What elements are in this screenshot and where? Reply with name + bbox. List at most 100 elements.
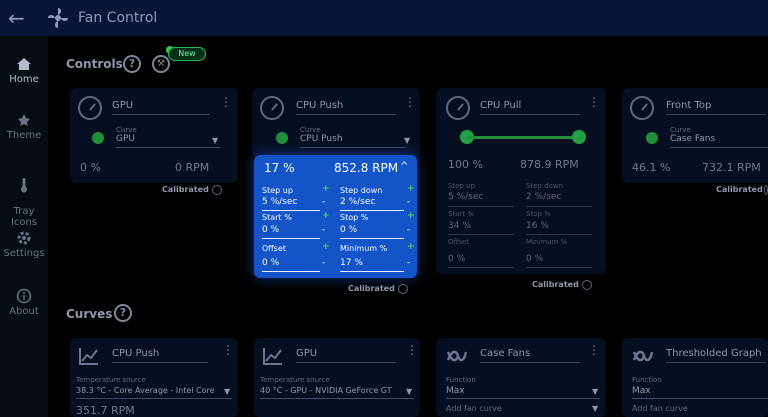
function-select[interactable]: Max <box>632 386 651 396</box>
popup-percent: 17 % <box>264 161 295 175</box>
more-menu-icon[interactable]: ⋮ <box>588 96 600 108</box>
chevron-down-icon[interactable]: ▼ <box>592 404 598 413</box>
nav-about[interactable]: About <box>0 288 48 317</box>
fan-rpm: 878.9 RPM <box>520 158 579 171</box>
curve-card-thresholded: Thresholded Graph Function Max Add fan c… <box>622 338 768 417</box>
card-name: Case Fans <box>480 348 531 359</box>
gear-icon <box>17 231 31 245</box>
enable-toggle[interactable] <box>646 132 658 144</box>
add-fan-curve[interactable]: Add fan curve <box>446 404 502 413</box>
nav-label: Home <box>9 74 39 85</box>
minus-icon[interactable]: - <box>407 225 410 235</box>
more-menu-icon[interactable]: ⋮ <box>220 96 232 108</box>
control-card-front-top: Front Top Curve Case Fans 46.1 % 732.1 R… <box>622 88 768 183</box>
thermometer-icon <box>21 178 27 193</box>
gauge-icon <box>260 96 284 120</box>
calibrated-label: Calibrated <box>532 280 579 289</box>
plus-icon[interactable]: + <box>407 242 415 252</box>
curve-card-gpu: GPU ⋮ Temperature source 40 °C - GPU - N… <box>254 338 420 417</box>
controls-title: Controls <box>66 57 123 71</box>
plus-icon[interactable]: + <box>322 242 330 252</box>
wrench-icon[interactable]: ⚒ <box>152 55 170 73</box>
nav-home[interactable]: Home <box>0 56 48 85</box>
fan-percent: 0 % <box>80 161 101 174</box>
calibrated-label: Calibrated <box>162 185 209 194</box>
more-menu-icon[interactable]: ⋮ <box>404 96 416 108</box>
enable-toggle[interactable] <box>92 132 104 144</box>
minimum-value[interactable]: 17 % <box>340 258 363 268</box>
sensor-label: Curve <box>116 126 137 134</box>
card-name: GPU <box>296 348 318 359</box>
plus-icon[interactable]: + <box>407 184 415 194</box>
calibrate-icon[interactable] <box>582 280 592 290</box>
sensor-select[interactable]: CPU Push <box>300 134 343 144</box>
sensor-select[interactable]: 40 °C - GPU - NVIDIA GeForce GT <box>260 386 392 395</box>
stop-value[interactable]: 16 % <box>526 221 549 231</box>
mix-icon <box>446 350 468 362</box>
step-down-value[interactable]: 2 %/sec <box>526 192 561 202</box>
more-menu-icon[interactable]: ⋮ <box>406 344 418 356</box>
sensor-select[interactable]: 38.3 °C - Core Average - Intel Core <box>76 386 215 395</box>
add-fan-curve[interactable]: Add fan curve <box>632 404 688 413</box>
more-menu-icon[interactable]: ⋮ <box>222 344 234 356</box>
fan-slider-knob[interactable] <box>572 130 586 144</box>
card-name: CPU Pull <box>480 100 522 111</box>
stop-label: Stop % <box>340 213 369 222</box>
calibrate-icon[interactable] <box>212 185 222 195</box>
sensor-select[interactable]: GPU <box>116 134 135 144</box>
back-arrow-icon[interactable]: ← <box>8 6 34 30</box>
card-name: CPU Push <box>296 100 344 111</box>
gauge-icon <box>446 96 470 120</box>
start-value[interactable]: 34 % <box>448 221 471 231</box>
chevron-down-icon[interactable]: ▼ <box>592 387 598 396</box>
nav-settings[interactable]: Settings <box>0 230 48 259</box>
enable-toggle[interactable] <box>276 132 288 144</box>
nav-label: Settings <box>3 248 45 259</box>
chevron-up-icon[interactable]: ^ <box>400 161 408 172</box>
help-icon[interactable]: ? <box>123 55 141 73</box>
minus-icon[interactable]: - <box>322 197 325 207</box>
minus-icon[interactable]: - <box>407 258 410 268</box>
sidebar: Home Theme Tray Icons Settings About <box>0 36 48 417</box>
start-value[interactable]: 0 % <box>262 225 279 235</box>
plus-icon[interactable]: + <box>322 211 330 221</box>
offset-value[interactable]: 0 % <box>448 254 465 264</box>
chevron-down-icon[interactable]: ▼ <box>406 387 412 396</box>
plus-icon[interactable]: + <box>322 184 330 194</box>
stop-value[interactable]: 0 % <box>340 225 357 235</box>
chevron-down-icon[interactable]: ▼ <box>224 387 230 396</box>
gauge-icon <box>78 96 102 120</box>
mix-icon <box>632 350 654 362</box>
control-card-cpu-pull: CPU Pull ⋮ 100 % 878.9 RPM Step up Step … <box>436 88 606 274</box>
nav-tray-icons[interactable]: Tray Icons <box>0 166 48 228</box>
chevron-down-icon[interactable]: ▼ <box>212 136 218 145</box>
offset-value[interactable]: 0 % <box>262 258 279 268</box>
start-label: Start % <box>448 210 474 218</box>
step-down-value[interactable]: 2 %/sec <box>340 197 375 207</box>
minimum-value[interactable]: 0 % <box>526 254 543 264</box>
calibrate-icon[interactable] <box>398 284 408 294</box>
more-menu-icon[interactable]: ⋮ <box>588 344 600 356</box>
calibrated-label: Calibrated <box>716 185 763 194</box>
minus-icon[interactable]: - <box>322 225 325 235</box>
minus-icon[interactable]: - <box>407 197 410 207</box>
step-up-value[interactable]: 5 %/sec <box>262 197 297 207</box>
fan-rpm: 0 RPM <box>175 161 210 174</box>
function-select[interactable]: Max <box>446 386 465 396</box>
minus-icon[interactable]: - <box>322 258 325 268</box>
function-label: Function <box>446 376 476 384</box>
app-title: Fan Control <box>78 10 158 26</box>
new-badge: New <box>168 47 206 61</box>
step-up-value[interactable]: 5 %/sec <box>448 192 483 202</box>
sensor-label: Curve <box>300 126 321 134</box>
help-icon[interactable]: ? <box>114 304 132 322</box>
nav-theme[interactable]: Theme <box>0 112 48 141</box>
sensor-label: Temperature source <box>76 376 146 384</box>
palette-icon <box>18 114 30 126</box>
sensor-select[interactable]: Case Fans <box>670 134 715 144</box>
fan-logo-icon <box>48 8 68 28</box>
plus-icon[interactable]: + <box>407 211 415 221</box>
fan-slider-track[interactable] <box>468 136 578 139</box>
chevron-down-icon[interactable]: ▼ <box>404 136 410 145</box>
calibrate-icon[interactable] <box>764 185 768 195</box>
